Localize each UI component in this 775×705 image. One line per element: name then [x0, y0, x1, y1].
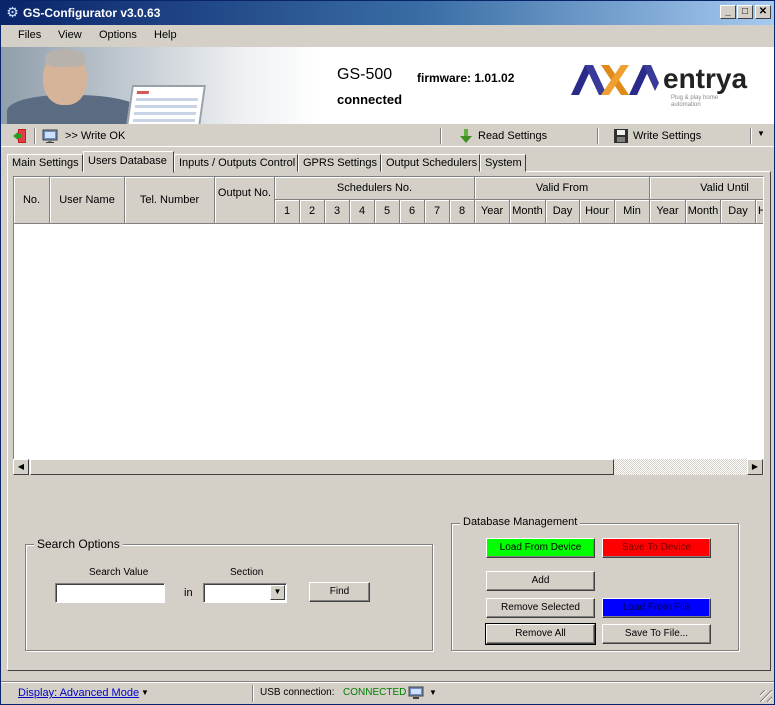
menu-help[interactable]: Help — [154, 29, 177, 41]
status-bar: Display: Advanced Mode ▼ USB connection:… — [1, 681, 774, 704]
remove-selected-button[interactable]: Remove Selected — [486, 598, 595, 618]
column-header-until-hour[interactable]: H — [756, 200, 763, 224]
column-header-from-min[interactable]: Min — [615, 200, 650, 224]
column-header-from-year[interactable]: Year — [475, 200, 510, 224]
menu-bar: Files View Options Help — [1, 25, 774, 47]
header-banner: GS-500 firmware: 1.01.02 connected entry… — [1, 47, 774, 124]
usb-label: USB connection: — [260, 687, 335, 698]
tab-inputs-outputs-control[interactable]: Inputs / Outputs Control — [174, 154, 298, 172]
exit-icon[interactable] — [12, 128, 28, 144]
scroll-right-icon[interactable]: ▶ — [747, 459, 763, 475]
tab-output-schedulers[interactable]: Output Schedulers — [381, 154, 480, 172]
column-header-user-name[interactable]: User Name — [50, 177, 125, 224]
status-message: >> Write OK — [65, 130, 126, 142]
column-header-tel-number[interactable]: Tel. Number — [125, 177, 215, 224]
window-title: GS-Configurator v3.0.63 — [23, 6, 161, 20]
logo-text: entrya — [663, 63, 748, 94]
scrollbar-thumb[interactable] — [30, 459, 614, 475]
column-group-valid-until: Valid Until — [650, 177, 763, 200]
column-header-scheduler-3[interactable]: 3 — [325, 200, 350, 224]
menu-view[interactable]: View — [58, 29, 82, 41]
title-bar[interactable]: ⚙ GS-Configurator v3.0.63 _ □ ✕ — [1, 1, 774, 25]
column-header-scheduler-4[interactable]: 4 — [350, 200, 375, 224]
tab-users-database[interactable]: Users Database — [83, 151, 174, 173]
usb-dropdown-icon[interactable]: ▼ — [429, 688, 437, 697]
section-label: Section — [230, 567, 264, 578]
column-header-until-day[interactable]: Day — [721, 200, 756, 224]
entrya-logo-icon — [571, 65, 659, 95]
add-button[interactable]: Add — [486, 571, 595, 591]
tab-system[interactable]: System — [480, 154, 526, 172]
search-value-label: Search Value — [89, 567, 149, 578]
write-settings-button[interactable]: Write Settings — [611, 126, 741, 146]
gear-icon: ⚙ — [6, 4, 19, 20]
maximize-button[interactable]: □ — [737, 5, 753, 19]
device-name: GS-500 — [337, 66, 393, 83]
write-settings-label: Write Settings — [633, 130, 702, 142]
close-button[interactable]: ✕ — [755, 5, 771, 19]
column-header-until-month[interactable]: Month — [686, 200, 721, 224]
database-management-group: Database Management Load From Device Sav… — [451, 516, 739, 651]
remove-all-button[interactable]: Remove All — [485, 623, 596, 645]
read-settings-button[interactable]: Read Settings — [456, 126, 586, 146]
users-table[interactable]: No. User Name Tel. Number Output No. Sch… — [13, 176, 764, 474]
search-options-title: Search Options — [34, 537, 123, 551]
column-header-scheduler-8[interactable]: 8 — [450, 200, 475, 224]
column-header-from-month[interactable]: Month — [510, 200, 546, 224]
column-header-output-no[interactable]: Output No. — [215, 177, 275, 224]
search-options-group: Search Options Search Value in Section ▼… — [25, 537, 433, 651]
horizontal-scrollbar[interactable]: ◀ ▶ — [13, 459, 764, 475]
column-header-scheduler-6[interactable]: 6 — [400, 200, 425, 224]
floppy-disk-icon — [614, 129, 628, 143]
toolbar: >> Write OK Read Settings Write Settings… — [1, 125, 774, 147]
tab-main-settings[interactable]: Main Settings — [7, 154, 83, 172]
display-mode-dropdown-icon[interactable]: ▼ — [141, 688, 149, 697]
resize-grip-icon[interactable] — [760, 690, 772, 702]
firmware-version: firmware: 1.01.02 — [417, 71, 515, 85]
menu-files[interactable]: Files — [18, 29, 41, 41]
column-header-scheduler-7[interactable]: 7 — [425, 200, 450, 224]
tab-gprs-settings[interactable]: GPRS Settings — [298, 154, 381, 172]
database-management-title: Database Management — [460, 516, 581, 528]
entrya-logo: entrya Plug & play home automation — [571, 61, 761, 111]
menu-options[interactable]: Options — [99, 29, 137, 41]
display-mode-link[interactable]: Display: Advanced Mode — [18, 687, 139, 699]
usb-state: CONNECTED — [343, 687, 407, 698]
column-header-until-year[interactable]: Year — [650, 200, 686, 224]
save-to-device-button[interactable]: Save To Device — [602, 538, 711, 558]
load-from-device-button[interactable]: Load From Device — [486, 538, 595, 558]
column-header-scheduler-5[interactable]: 5 — [375, 200, 400, 224]
section-select[interactable]: ▼ — [203, 583, 287, 603]
column-header-scheduler-1[interactable]: 1 — [275, 200, 300, 224]
download-arrow-icon — [460, 129, 472, 143]
column-header-from-day[interactable]: Day — [546, 200, 580, 224]
minimize-button[interactable]: _ — [720, 5, 736, 19]
column-group-schedulers: Schedulers No. — [275, 177, 475, 200]
read-settings-label: Read Settings — [478, 130, 548, 142]
network-monitor-icon[interactable] — [408, 686, 424, 700]
chevron-down-icon[interactable]: ▼ — [270, 585, 285, 600]
in-label: in — [184, 587, 193, 599]
find-button[interactable]: Find — [309, 582, 370, 602]
connection-state: connected — [337, 92, 403, 107]
column-header-scheduler-2[interactable]: 2 — [300, 200, 325, 224]
column-header-no[interactable]: No. — [14, 177, 50, 224]
app-window: ⚙ GS-Configurator v3.0.63 _ □ ✕ Files Vi… — [0, 0, 775, 705]
column-header-from-hour[interactable]: Hour — [580, 200, 615, 224]
scroll-left-icon[interactable]: ◀ — [13, 459, 29, 475]
logo-tagline: Plug & play home automation — [671, 95, 719, 108]
scrollbar-track[interactable] — [614, 459, 747, 475]
banner-photo — [1, 47, 321, 124]
toolbar-overflow-icon[interactable]: ▼ — [757, 129, 765, 138]
monitor-icon — [42, 129, 58, 143]
search-value-input[interactable] — [55, 583, 165, 603]
save-to-file-button[interactable]: Save To File... — [602, 624, 711, 644]
load-from-file-button[interactable]: Load From File — [602, 598, 711, 618]
column-group-valid-from: Valid From — [475, 177, 650, 200]
